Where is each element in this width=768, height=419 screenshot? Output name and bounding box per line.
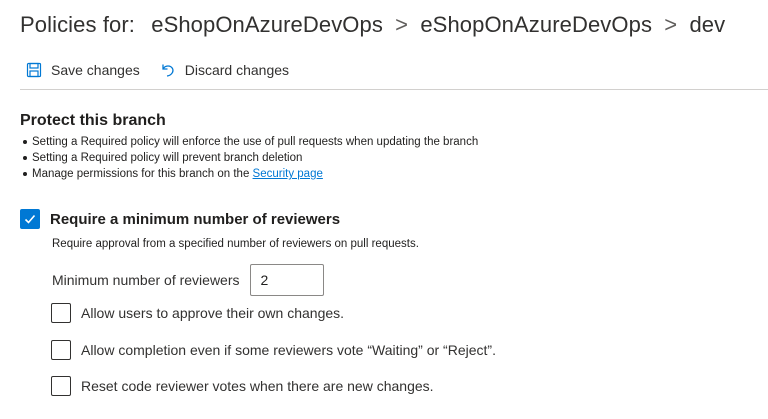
save-icon: [26, 62, 42, 78]
approve-own-checkbox[interactable]: [51, 303, 71, 323]
page-title: Policies for: eShopOnAzureDevOps > eShop…: [20, 12, 725, 38]
option-approve-own: Allow users to approve their own changes…: [51, 303, 344, 323]
min-reviewers-label: Minimum number of reviewers: [52, 272, 240, 288]
toolbar-divider: [20, 89, 768, 90]
min-reviewers-description: Require approval from a specified number…: [52, 238, 419, 250]
checkmark-icon: [24, 214, 36, 224]
toolbar: Save changes Discard changes: [26, 57, 309, 83]
breadcrumb-branch: dev: [689, 12, 726, 37]
reset-votes-checkbox[interactable]: [51, 376, 71, 396]
bullet-item: Setting a Required policy will prevent b…: [20, 150, 478, 166]
discard-changes-label: Discard changes: [184, 62, 290, 78]
discard-changes-button[interactable]: Discard changes: [160, 62, 289, 78]
protect-branch-bullets: Setting a Required policy will enforce t…: [20, 134, 478, 182]
breadcrumb-project[interactable]: eShopOnAzureDevOps: [151, 12, 383, 37]
allow-completion-checkbox[interactable]: [51, 340, 71, 360]
allow-completion-label: Allow completion even if some reviewers …: [81, 342, 496, 358]
min-reviewers-input[interactable]: [249, 264, 324, 296]
breadcrumb-separator: >: [664, 12, 678, 37]
save-changes-label: Save changes: [51, 62, 140, 78]
bullet-item: Setting a Required policy will enforce t…: [20, 134, 478, 150]
security-page-link[interactable]: Security page: [253, 168, 323, 180]
permissions-text: Manage permissions for this branch on th…: [32, 168, 250, 180]
breadcrumb-repo[interactable]: eShopOnAzureDevOps: [420, 12, 652, 37]
min-reviewers-checkbox[interactable]: [20, 209, 40, 229]
save-changes-button[interactable]: Save changes: [26, 62, 140, 78]
min-reviewers-policy: Require a minimum number of reviewers: [20, 209, 340, 229]
min-reviewers-row: Minimum number of reviewers: [52, 264, 324, 296]
min-reviewers-title: Require a minimum number of reviewers: [50, 210, 341, 228]
approve-own-label: Allow users to approve their own changes…: [81, 305, 345, 321]
undo-icon: [162, 64, 174, 77]
breadcrumb-separator: >: [395, 12, 409, 37]
reset-votes-label: Reset code reviewer votes when there are…: [81, 378, 434, 394]
policies-for-label: Policies for:: [20, 12, 136, 37]
option-allow-completion: Allow completion even if some reviewers …: [51, 340, 496, 360]
option-reset-votes: Reset code reviewer votes when there are…: [51, 376, 434, 396]
bullet-item: Manage permissions for this branch on th…: [20, 166, 478, 182]
protect-branch-title: Protect this branch: [20, 112, 166, 129]
